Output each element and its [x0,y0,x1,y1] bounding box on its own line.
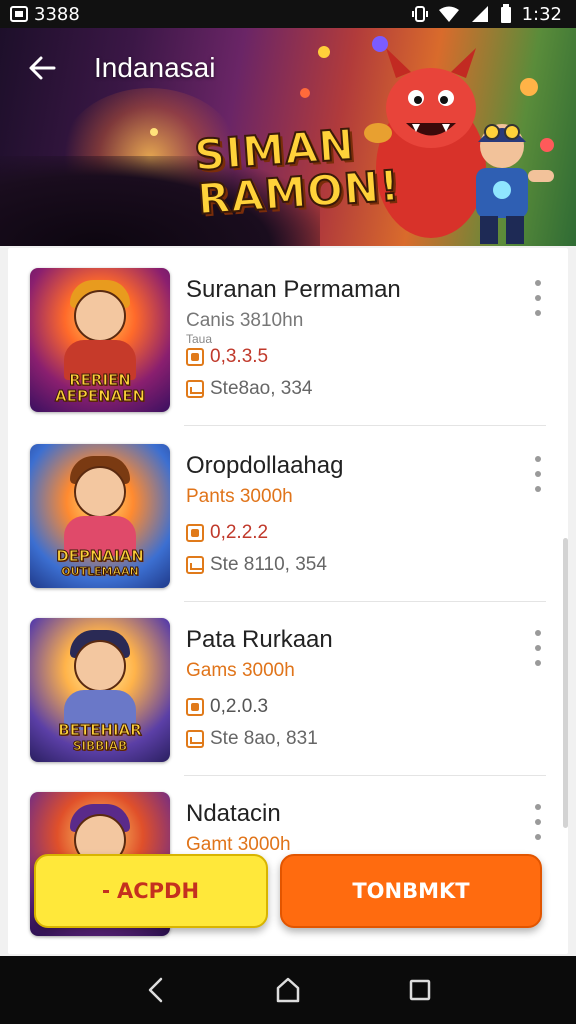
app-screen: 3388 1:32 SIMAN RAMON! Indanasai RERIEN … [0,0,576,1024]
header-banner: SIMAN RAMON! [0,28,576,246]
logo-line-2: RAMON! [195,160,403,225]
navigation-bar [0,956,576,1024]
thumbnail-caption-line-2: AEPENAEN [54,387,146,405]
game-logo: SIMAN RAMON! [192,119,403,225]
more-options-icon[interactable] [528,278,548,318]
primary-action-button[interactable]: TONBMKT [280,854,542,928]
game-list: RERIEN AEPENAEN Suranan Permaman Canis 3… [8,248,568,954]
game-title: Oropdollaahag [186,452,344,479]
game-rating: 0,2.0.3 [186,696,268,718]
size-icon [186,556,204,574]
game-rating: 0,2.2.2 [186,522,268,544]
vibrate-icon [411,6,428,22]
notification-box-icon [10,6,28,22]
thumbnail-caption-line-1: RERIEN [69,371,132,389]
nav-home-icon[interactable] [270,972,306,1008]
thumbnail-caption-line-1: DEPNAIAN [56,547,145,565]
nav-recents-icon[interactable] [402,972,438,1008]
game-subtitle: Gams 3000h [186,660,295,681]
game-subtitle: Pants 3000h [186,486,293,507]
primary-button-label: TONBMKT [352,879,470,903]
status-left-text: 3388 [34,3,80,25]
thumbnail-caption: RERIEN AEPENAEN [34,371,166,405]
rating-icon [186,698,204,716]
game-size: Ste8ao, 334 [186,378,312,400]
list-item-game-3[interactable]: BETEHIAR SIBBIAB Pata Rurkaan Gams 3000h… [8,604,556,776]
signal-icon [471,6,488,22]
arrow-left-icon[interactable] [26,52,58,84]
game-thumbnail-2[interactable]: DEPNAIAN OUTLEMAAN [30,444,170,588]
thumb-character-face [74,640,126,692]
thumbnail-caption-line-1: BETEHIAR [58,721,142,739]
thumbnail-caption-line-2: SIBBIAB [72,739,128,754]
game-size-value: Ste8ao, 334 [210,378,313,399]
rating-icon [186,524,204,542]
battery-icon [500,4,511,23]
game-rating-value: 0,3.3.5 [210,346,269,367]
page-title: Indanasai [94,52,216,83]
hero-character-illustration [476,124,554,244]
size-icon [186,730,204,748]
nav-back-icon[interactable] [138,972,174,1008]
game-size: Ste 8ao, 831 [186,728,318,750]
rating-icon [186,348,204,366]
status-bar: 3388 1:32 [0,0,576,28]
status-time: 1:32 [521,3,562,25]
list-item-game-2[interactable]: DEPNAIAN OUTLEMAAN Oropdollaahag Pants 3… [8,430,556,602]
thumb-character-face [74,466,126,518]
list-item-game-1[interactable]: RERIEN AEPENAEN Suranan Permaman Canis 3… [8,254,556,426]
game-subtitle: Canis 3810hn [186,310,304,331]
thumbnail-caption: DEPNAIAN OUTLEMAAN [34,548,166,580]
thumbnail-caption-line-2: OUTLEMAAN [61,565,140,579]
size-icon [186,380,204,398]
scrollbar-thumb[interactable] [563,538,568,828]
thumbnail-caption: BETEHIAR SIBBIAB [34,722,166,754]
accept-button[interactable]: ACPDH [34,854,268,928]
game-thumbnail-1[interactable]: RERIEN AEPENAEN [30,268,170,412]
more-options-icon[interactable] [528,454,548,494]
thumb-character-face [74,290,126,342]
game-rating: 0,3.3.5 [186,346,268,368]
game-thumbnail-3[interactable]: BETEHIAR SIBBIAB [30,618,170,762]
game-title: Suranan Permaman [186,276,401,303]
more-options-icon[interactable] [528,802,548,842]
accept-button-label: ACPDH [116,879,200,903]
game-rating-value: 0,2.2.2 [210,522,269,543]
game-size: Ste 8110, 354 [186,554,327,576]
dash-icon [102,889,109,893]
game-title: Pata Rurkaan [186,626,333,653]
game-rating-value: 0,2.0.3 [210,696,269,717]
more-options-icon[interactable] [528,628,548,668]
game-title: Ndatacin [186,800,281,827]
game-subtitle: Gamt 3000h [186,834,291,855]
game-size-value: Ste 8ao, 831 [210,728,318,749]
status-right: 1:32 [411,3,562,25]
game-size-value: Ste 8110, 354 [210,554,327,575]
status-left: 3388 [10,4,80,25]
wifi-icon [438,6,459,22]
game-tag: Taua [186,332,213,346]
